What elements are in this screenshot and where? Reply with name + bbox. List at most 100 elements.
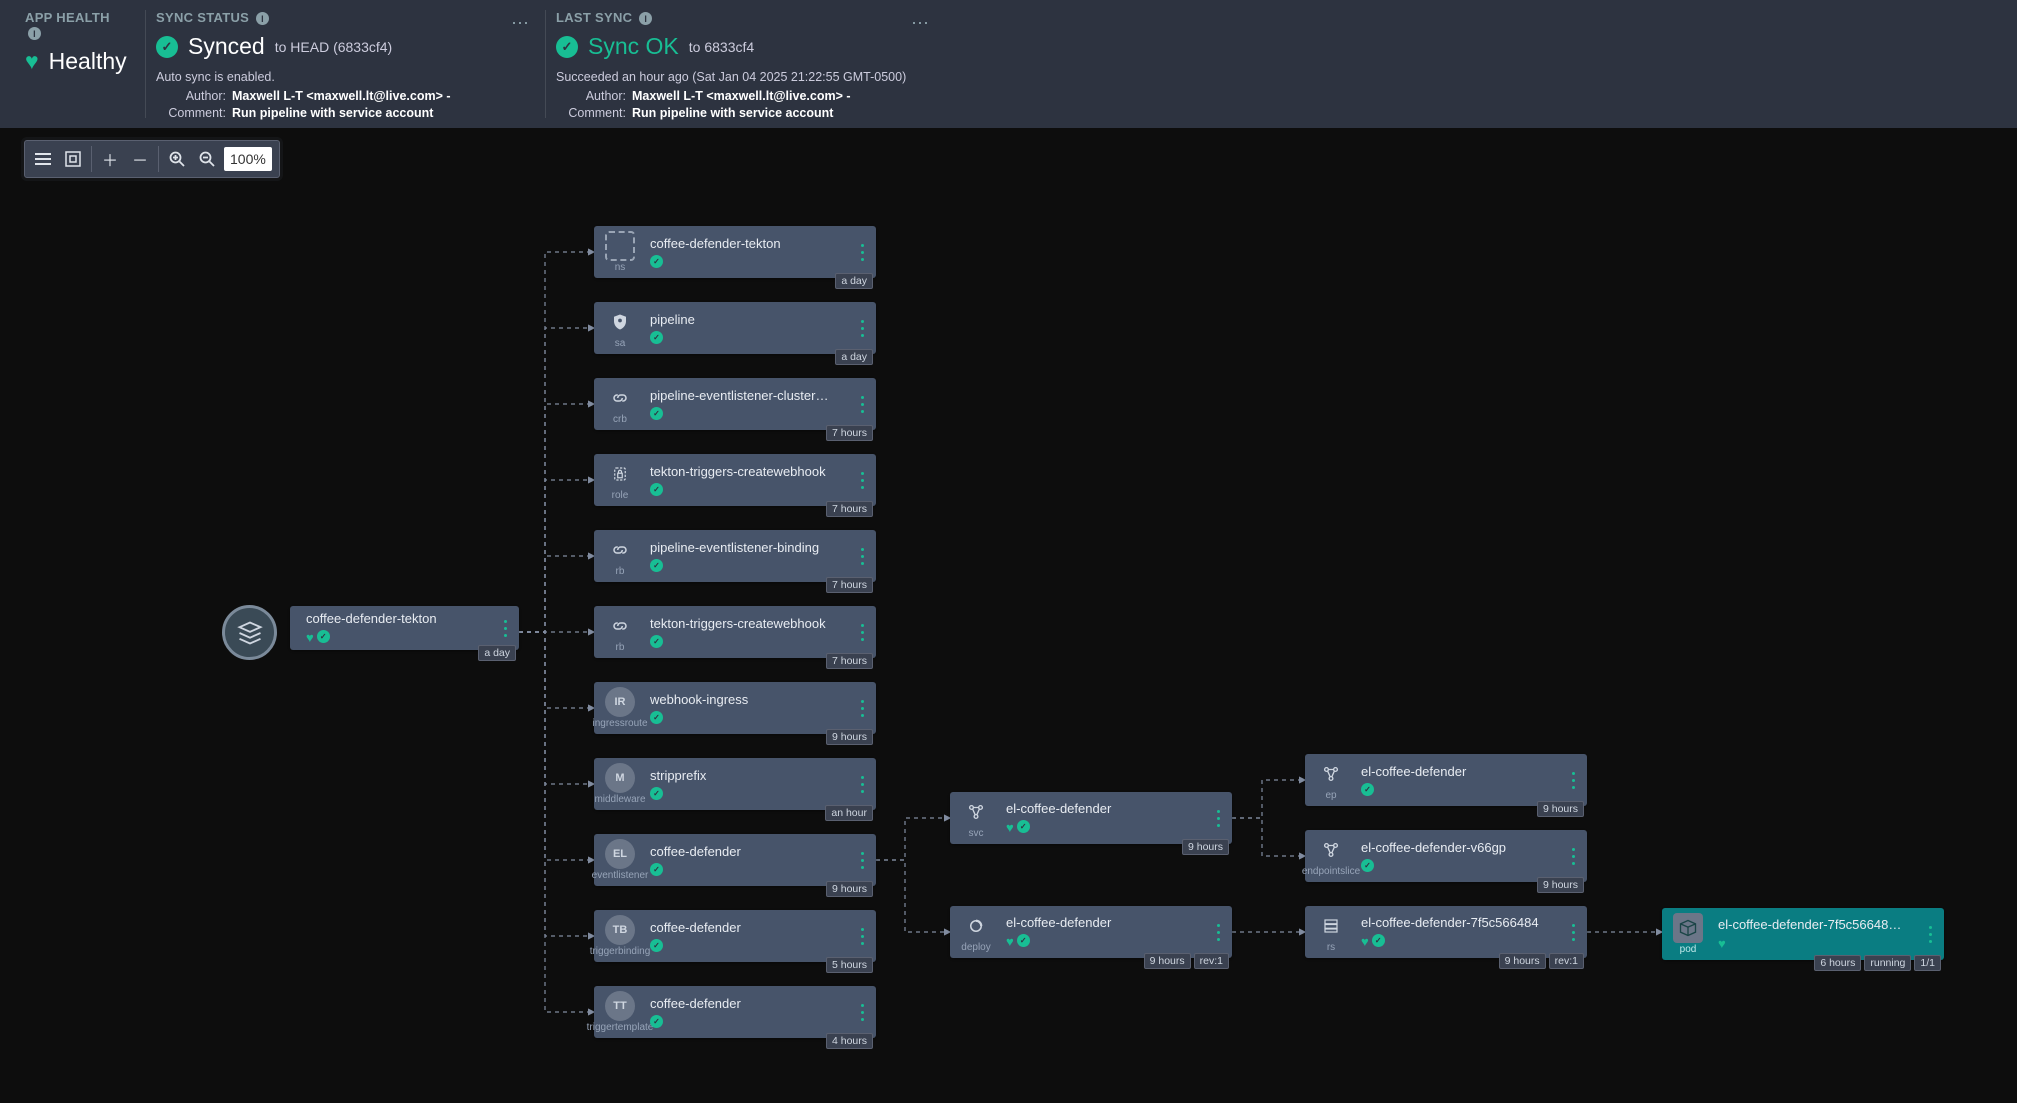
age-tag: a day (835, 349, 873, 365)
node-menu-button[interactable] (859, 318, 866, 339)
age-tag: 9 hours (1182, 839, 1229, 855)
kind-label: triggertemplate (587, 1022, 654, 1033)
author-label: Author: (556, 89, 626, 103)
age-tag: 5 hours (826, 957, 873, 973)
kind-label: rb (616, 642, 625, 653)
comment-value: Run pipeline with service account (632, 106, 833, 120)
check-circle-icon: ✓ (650, 483, 663, 496)
check-circle-icon: ✓ (650, 1015, 663, 1028)
resource-node-middleware[interactable]: Mmiddlewarestripprefix✓an hour (594, 758, 876, 810)
heart-icon: ♥ (1361, 934, 1369, 949)
node-title: el-coffee-defender-7f5c566484 (1361, 915, 1560, 930)
zoom-out-magnify-button[interactable] (192, 144, 222, 174)
kind-label: pod (1680, 944, 1697, 955)
node-menu-button[interactable] (1570, 770, 1577, 791)
last-sync-text: Sync OK (588, 33, 679, 60)
zoom-in-button[interactable]: ＋ (95, 144, 125, 174)
comment-value: Run pipeline with service account (232, 106, 433, 120)
zoom-out-button[interactable]: － (125, 144, 155, 174)
age-tag: 4 hours (826, 1033, 873, 1049)
heart-icon: ♥ (1006, 820, 1014, 835)
check-circle-icon: ✓ (317, 630, 330, 643)
info-icon[interactable]: i (639, 12, 652, 25)
node-menu-button[interactable] (859, 698, 866, 719)
resource-node-ep[interactable]: epel-coffee-defender✓9 hours (1305, 754, 1587, 806)
rolebinding-icon (605, 383, 635, 413)
sync-status-extra: to HEAD (6833cf4) (275, 39, 393, 55)
node-menu-button[interactable] (859, 242, 866, 263)
comment-label: Comment: (156, 106, 226, 120)
kind-label: deploy (961, 942, 990, 953)
resource-tree-canvas[interactable]: ＋ － 100% (0, 128, 2017, 1103)
list-view-button[interactable] (28, 144, 58, 174)
heart-icon: ♥ (1006, 934, 1014, 949)
resource-node-ns[interactable]: nscoffee-defender-tekton✓a day (594, 226, 876, 278)
age-tag: 6 hours (1814, 955, 1861, 971)
app-root-icon[interactable] (222, 605, 277, 660)
resource-node-rb[interactable]: rbtekton-triggers-createwebhook✓7 hours (594, 606, 876, 658)
svc-icon (961, 797, 991, 827)
heart-icon: ♥ (306, 630, 314, 645)
resource-node-role[interactable]: roletekton-triggers-createwebhook✓7 hour… (594, 454, 876, 506)
age-tag: 9 hours (826, 881, 873, 897)
node-menu-button[interactable] (859, 926, 866, 947)
check-circle-icon: ✓ (650, 407, 663, 420)
resource-node-rb[interactable]: rbpipeline-eventlistener-binding✓7 hours (594, 530, 876, 582)
node-menu-button[interactable] (859, 546, 866, 567)
node-menu-button[interactable] (1927, 924, 1934, 945)
node-menu-button[interactable] (859, 774, 866, 795)
node-menu-button[interactable] (1215, 808, 1222, 829)
check-circle-icon: ✓ (650, 559, 663, 572)
panel-menu-button[interactable]: ⋯ (911, 13, 931, 34)
resource-node-deploy[interactable]: deployel-coffee-defender♥✓9 hoursrev:1 (950, 906, 1232, 958)
resource-node-ingressroute[interactable]: IRingressroutewebhook-ingress✓9 hours (594, 682, 876, 734)
last-sync-title: LAST SYNC (556, 10, 632, 25)
node-menu-button[interactable] (1215, 922, 1222, 943)
network-view-button[interactable] (58, 144, 88, 174)
node-menu-button[interactable] (859, 622, 866, 643)
kind-label: ingressroute (592, 718, 647, 729)
node-menu-button[interactable] (859, 394, 866, 415)
age-tag: 9 hours (1499, 953, 1546, 969)
node-menu-button[interactable] (859, 470, 866, 491)
info-icon[interactable]: i (256, 12, 269, 25)
resource-node-endpointslice[interactable]: endpointsliceel-coffee-defender-v66gp✓9 … (1305, 830, 1587, 882)
node-title: tekton-triggers-createwebhook (650, 616, 849, 631)
zoom-in-magnify-button[interactable] (162, 144, 192, 174)
node-menu-button[interactable] (1570, 922, 1577, 943)
heart-icon: ♥ (25, 48, 39, 75)
resource-node-rs[interactable]: rsel-coffee-defender-7f5c566484♥✓9 hours… (1305, 906, 1587, 958)
kind-label: endpointslice (1302, 866, 1360, 877)
check-circle-icon: ✓ (650, 331, 663, 344)
resource-node-sa[interactable]: sapipeline✓a day (594, 302, 876, 354)
status-tag: running (1864, 955, 1911, 971)
resource-node-triggerbinding[interactable]: TBtriggerbindingcoffee-defender✓5 hours (594, 910, 876, 962)
kind-label: middleware (594, 794, 645, 805)
resource-node-svc[interactable]: svcel-coffee-defender♥✓9 hours (950, 792, 1232, 844)
resource-node-pod[interactable]: pod el-coffee-defender-7f5c56648… ♥ 6 ho… (1662, 908, 1944, 960)
kind-label: sa (615, 338, 626, 349)
author-value: Maxwell L-T <maxwell.lt@live.com> - (632, 89, 851, 103)
sync-status-subline: Auto sync is enabled. (156, 70, 525, 84)
node-menu-button[interactable] (502, 618, 509, 639)
resource-node-application[interactable]: coffee-defender-tekton ♥ ✓ a day (290, 606, 519, 650)
node-menu-button[interactable] (859, 1002, 866, 1023)
panel-menu-button[interactable]: ⋯ (511, 13, 531, 34)
zoom-level[interactable]: 100% (224, 147, 272, 171)
info-icon[interactable]: i (28, 27, 41, 40)
author-value: Maxwell L-T <maxwell.lt@live.com> - (232, 89, 451, 103)
pod-icon (1673, 913, 1703, 943)
kind-label: ep (1325, 790, 1336, 801)
sync-status-title: SYNC STATUS (156, 10, 249, 25)
resource-node-crb[interactable]: crbpipeline-eventlistener-cluster…✓7 hou… (594, 378, 876, 430)
kind-label: rs (1327, 942, 1335, 953)
node-title: coffee-defender (650, 844, 849, 859)
resource-node-eventlistener[interactable]: ELeventlistenercoffee-defender✓9 hours (594, 834, 876, 886)
node-title: stripprefix (650, 768, 849, 783)
app-health-status: Healthy (49, 48, 127, 75)
age-tag: 9 hours (1537, 877, 1584, 893)
node-menu-button[interactable] (859, 850, 866, 871)
resource-node-triggertemplate[interactable]: TTtriggertemplatecoffee-defender✓4 hours (594, 986, 876, 1038)
rev-tag: rev:1 (1194, 953, 1229, 969)
node-menu-button[interactable] (1570, 846, 1577, 867)
